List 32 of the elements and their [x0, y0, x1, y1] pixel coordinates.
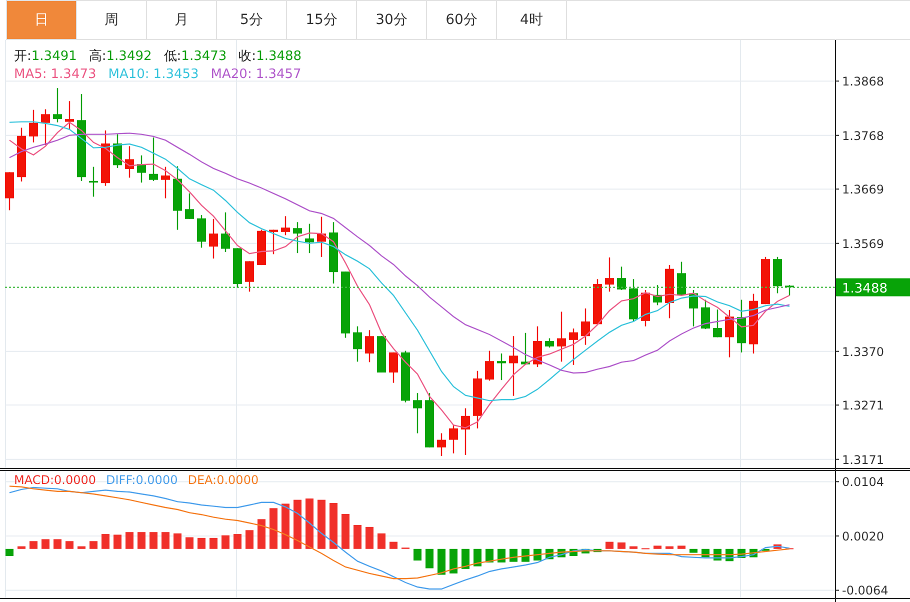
legend-label: DEA: — [188, 473, 217, 487]
last-price-label: 1.3488 — [836, 278, 910, 296]
legend-value: 0.0000 — [216, 473, 259, 487]
axis-label: 1.3370 — [842, 344, 884, 359]
legend-label: MA5: — [14, 66, 47, 84]
axis-label: 1.3271 — [842, 398, 884, 413]
axis-label: 0.0104 — [842, 475, 884, 490]
axis-label: 1.3868 — [842, 74, 884, 89]
legend-value: 1.3453 — [153, 66, 199, 84]
legend-value: 1.3492 — [106, 48, 152, 66]
legend-label: 高: — [88, 48, 106, 66]
legend-value: 1.3488 — [256, 48, 302, 66]
axis-label: 1.3171 — [842, 452, 884, 467]
legend-value: 0.0000 — [54, 473, 96, 487]
axis-label: 1.3569 — [842, 236, 884, 251]
legend-value: 1.3473 — [50, 66, 96, 84]
legend-label: DIFF: — [106, 473, 136, 487]
legend-value: 1.3457 — [256, 66, 302, 84]
legend-value: 0.0000 — [136, 473, 178, 487]
axis-label: 1.3768 — [842, 128, 884, 143]
ref-line-label: 1.3488 — [842, 281, 888, 296]
legend-label: 收: — [238, 48, 256, 66]
legend-label: 低: — [164, 48, 182, 66]
legend-label: MACD: — [14, 473, 54, 487]
legend-label: 开: — [14, 48, 32, 66]
axis-label: 1.3669 — [842, 182, 884, 197]
legend-value: 1.3491 — [31, 48, 77, 66]
legend-value: 1.3473 — [181, 48, 227, 66]
legend-label: MA20: — [210, 66, 252, 84]
axis-label: -0.0064 — [842, 584, 888, 598]
legend-label: MA10: — [108, 66, 150, 84]
axis-label: 0.0020 — [842, 529, 884, 544]
